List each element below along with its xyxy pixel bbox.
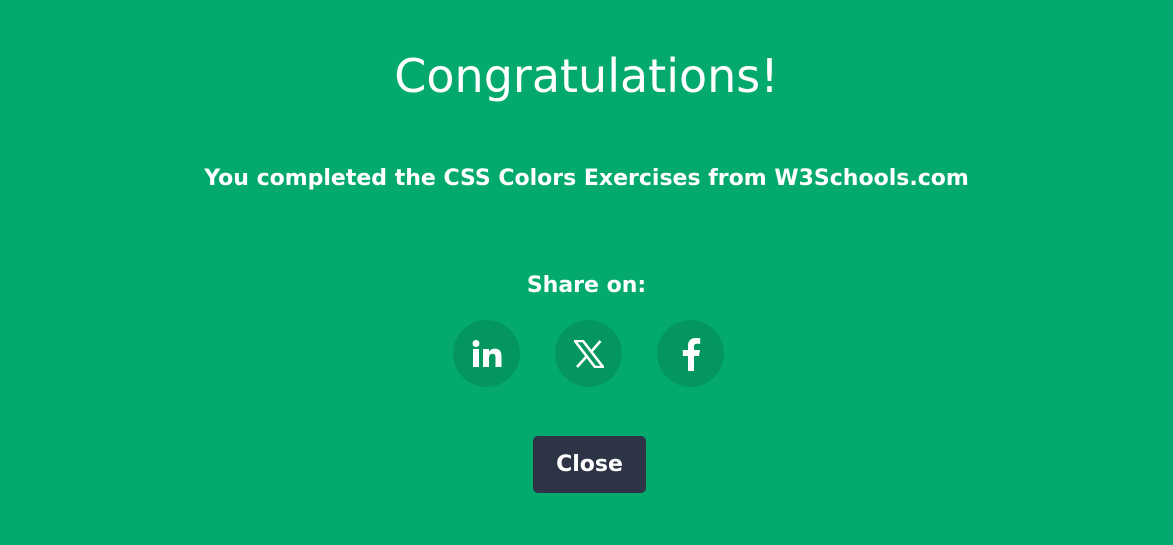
share-buttons <box>453 320 725 387</box>
linkedin-icon <box>471 339 503 369</box>
share-label: Share on: <box>526 273 647 298</box>
close-button[interactable]: Close <box>533 436 646 493</box>
x-icon <box>573 339 604 368</box>
share-facebook-button[interactable] <box>657 320 724 387</box>
share-linkedin-button[interactable] <box>453 320 520 387</box>
dialog-title: Congratulations! <box>394 49 779 103</box>
completion-message: You completed the CSS Colors Exercises f… <box>204 166 969 191</box>
share-x-button[interactable] <box>555 320 622 387</box>
facebook-icon <box>681 337 701 371</box>
